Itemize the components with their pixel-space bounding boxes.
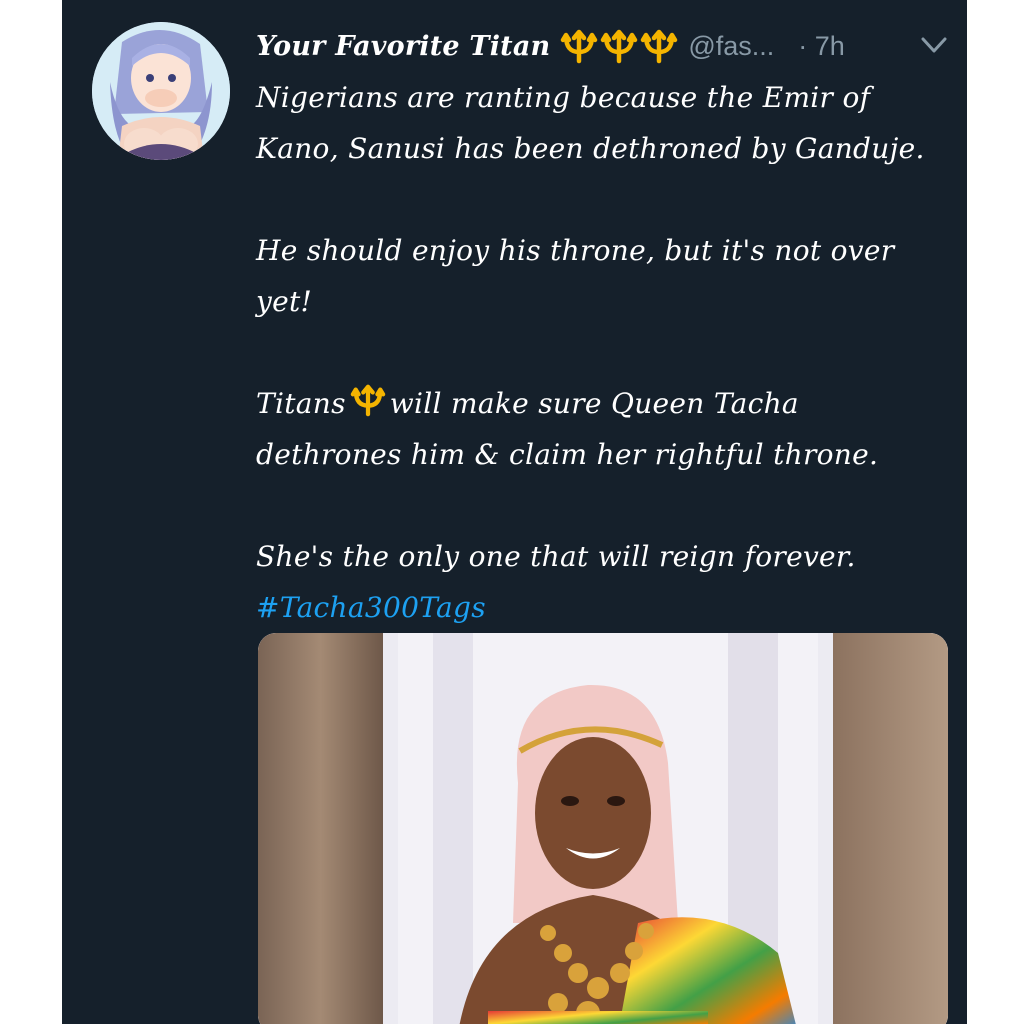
- text-line: Kano, Sanusi has been dethroned by Gandu…: [256, 132, 925, 165]
- tweet-timestamp[interactable]: · 7h: [798, 31, 845, 62]
- display-name[interactable]: Your Favorite Titan: [256, 31, 550, 62]
- text-line: Nigerians are ranting because the Emir o…: [256, 81, 871, 114]
- avatar-illustration: [92, 22, 230, 160]
- tweet-text: Nigerians are ranting because the Emir o…: [256, 72, 956, 633]
- chevron-down-icon[interactable]: [919, 32, 949, 58]
- photo-illustration: [258, 633, 948, 1024]
- text-line: He should enjoy his throne, but it's not…: [256, 234, 895, 267]
- trident-emoji: [561, 29, 598, 64]
- trident-emoji: [641, 29, 678, 64]
- tweet-header: Your Favorite Titan @fas... · 7h: [256, 24, 949, 68]
- text-segment: will make sure Queen Tacha: [389, 387, 799, 420]
- user-handle[interactable]: @fas...: [688, 31, 774, 62]
- tweet-panel: Your Favorite Titan @fas... · 7h Nigeria…: [62, 0, 967, 1024]
- text-line-with-emoji: Titans will make sure Queen Tacha: [256, 378, 956, 429]
- text-segment: Titans: [256, 387, 346, 420]
- avatar[interactable]: [92, 22, 230, 160]
- tweet-photo[interactable]: [258, 633, 948, 1024]
- text-line: She's the only one that will reign forev…: [256, 540, 856, 573]
- trident-emoji: [350, 384, 386, 417]
- hashtag-link[interactable]: #Tacha300Tags: [256, 591, 486, 624]
- text-line: dethrones him & claim her rightful thron…: [256, 438, 879, 471]
- text-line: yet!: [256, 285, 313, 318]
- name-emojis: [560, 28, 678, 64]
- trident-emoji: [601, 29, 638, 64]
